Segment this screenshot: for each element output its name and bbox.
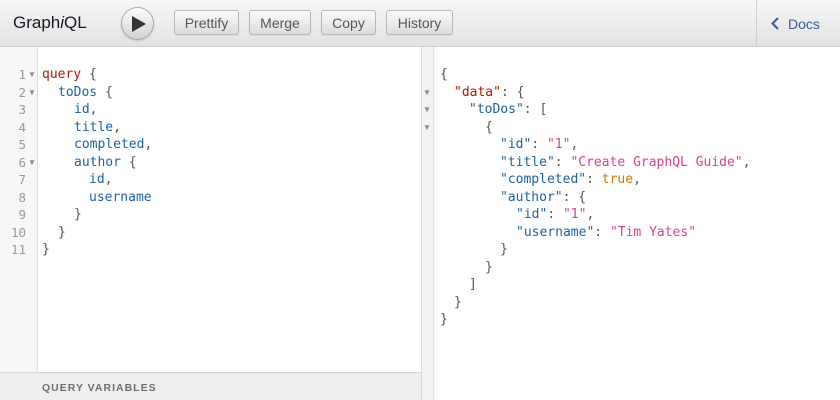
line-number: 10	[10, 224, 26, 240]
json-line: "author": {	[500, 189, 587, 205]
json-key: completed	[507, 172, 579, 187]
json-line: "title": "Create GraphQL Guide",	[500, 154, 751, 170]
code-line: }	[74, 207, 82, 222]
json-string-value: "1"	[546, 137, 571, 152]
json-line: }	[440, 312, 448, 327]
copy-button[interactable]: Copy	[321, 10, 376, 35]
code-line: toDos {	[58, 84, 113, 100]
code-line: query {	[42, 67, 97, 82]
line-number: 8	[18, 189, 26, 205]
code-line: id,	[74, 102, 98, 117]
docs-button[interactable]: Docs	[756, 0, 840, 47]
query-field: author	[74, 154, 121, 170]
line-number: 2	[18, 84, 26, 100]
docs-label: Docs	[788, 15, 820, 32]
line-number: 4	[18, 119, 26, 135]
code-line: }	[42, 242, 50, 257]
query-editor[interactable]: 1 ▼ 2 ▼ 3 4 5 6 ▼ 7 8 9 10 11 query { to…	[0, 47, 421, 400]
code-line: author {	[74, 154, 137, 170]
json-line: }	[485, 259, 493, 275]
code-line: }	[58, 224, 66, 240]
code-line: completed,	[74, 137, 153, 152]
json-key: username	[523, 224, 587, 240]
query-keyword: query	[42, 67, 82, 82]
json-string-value: "Create GraphQL Guide"	[570, 154, 743, 170]
execute-query-button[interactable]	[121, 7, 154, 40]
line-number: 1	[18, 67, 26, 82]
json-string-value: "Tim Yates"	[609, 224, 697, 240]
query-field: id	[74, 102, 90, 117]
code-line: username	[89, 189, 152, 207]
query-field: completed	[74, 137, 145, 152]
app-title-prefix: Graph	[13, 13, 61, 32]
query-variables-label: QUERY VARIABLES	[42, 382, 157, 394]
query-field: id	[89, 172, 105, 187]
chevron-left-icon	[771, 17, 779, 30]
fold-arrow-icon[interactable]: ▼	[423, 119, 431, 137]
json-key: id	[507, 137, 524, 152]
query-field: toDos	[58, 84, 98, 100]
code-line: title,	[74, 119, 121, 135]
json-key: title	[507, 154, 547, 170]
line-number: 5	[18, 137, 26, 152]
line-number: 9	[18, 207, 26, 222]
json-key-data: data	[461, 84, 494, 100]
line-number: 7	[18, 172, 26, 187]
json-line: {	[485, 119, 493, 135]
fold-arrow-icon[interactable]: ▼	[28, 154, 36, 172]
json-line: {	[440, 67, 448, 82]
line-number: 3	[18, 102, 26, 117]
json-line: "toDos": [	[469, 102, 548, 117]
json-string-value: "1"	[562, 207, 587, 222]
json-line: "data": {	[454, 84, 525, 100]
json-line: }	[500, 242, 508, 257]
toolbar: GraphiQL Prettify Merge Copy History Doc…	[0, 0, 840, 47]
json-line: "completed": true,	[500, 172, 641, 187]
query-field: title	[74, 119, 114, 135]
line-number-gutter: 1 ▼ 2 ▼ 3 4 5 6 ▼ 7 8 9 10 11	[0, 47, 38, 372]
json-key: id	[523, 207, 540, 222]
prettify-button[interactable]: Prettify	[174, 10, 239, 35]
code-line: id,	[89, 172, 113, 187]
line-number: 6	[18, 154, 26, 170]
json-line: "username": "Tim Yates"	[516, 224, 697, 240]
history-button[interactable]: History	[386, 10, 453, 35]
merge-button[interactable]: Merge	[249, 10, 311, 35]
query-variables-bar[interactable]: QUERY VARIABLES	[0, 372, 421, 400]
fold-arrow-icon[interactable]: ▼	[423, 84, 431, 102]
app-title-suffix: QL	[64, 13, 87, 32]
result-viewer: ▼ ▼ ▼ { "data": { "toDos": [ { "id": "1"…	[423, 47, 840, 400]
fold-arrow-icon[interactable]: ▼	[423, 101, 431, 119]
json-line: "id": "1",	[516, 207, 595, 222]
json-line: }	[454, 294, 462, 310]
fold-arrow-icon[interactable]: ▼	[28, 84, 36, 102]
json-line: "id": "1",	[500, 137, 579, 152]
json-boolean-value: true	[601, 172, 634, 187]
line-number: 11	[10, 242, 26, 257]
play-icon	[131, 15, 146, 32]
app-title: GraphiQL	[13, 13, 87, 33]
query-field: username	[89, 189, 152, 205]
json-key: toDos	[476, 102, 516, 117]
json-line: ]	[469, 277, 477, 292]
fold-arrow-icon[interactable]: ▼	[28, 66, 36, 84]
json-key: author	[507, 189, 555, 205]
